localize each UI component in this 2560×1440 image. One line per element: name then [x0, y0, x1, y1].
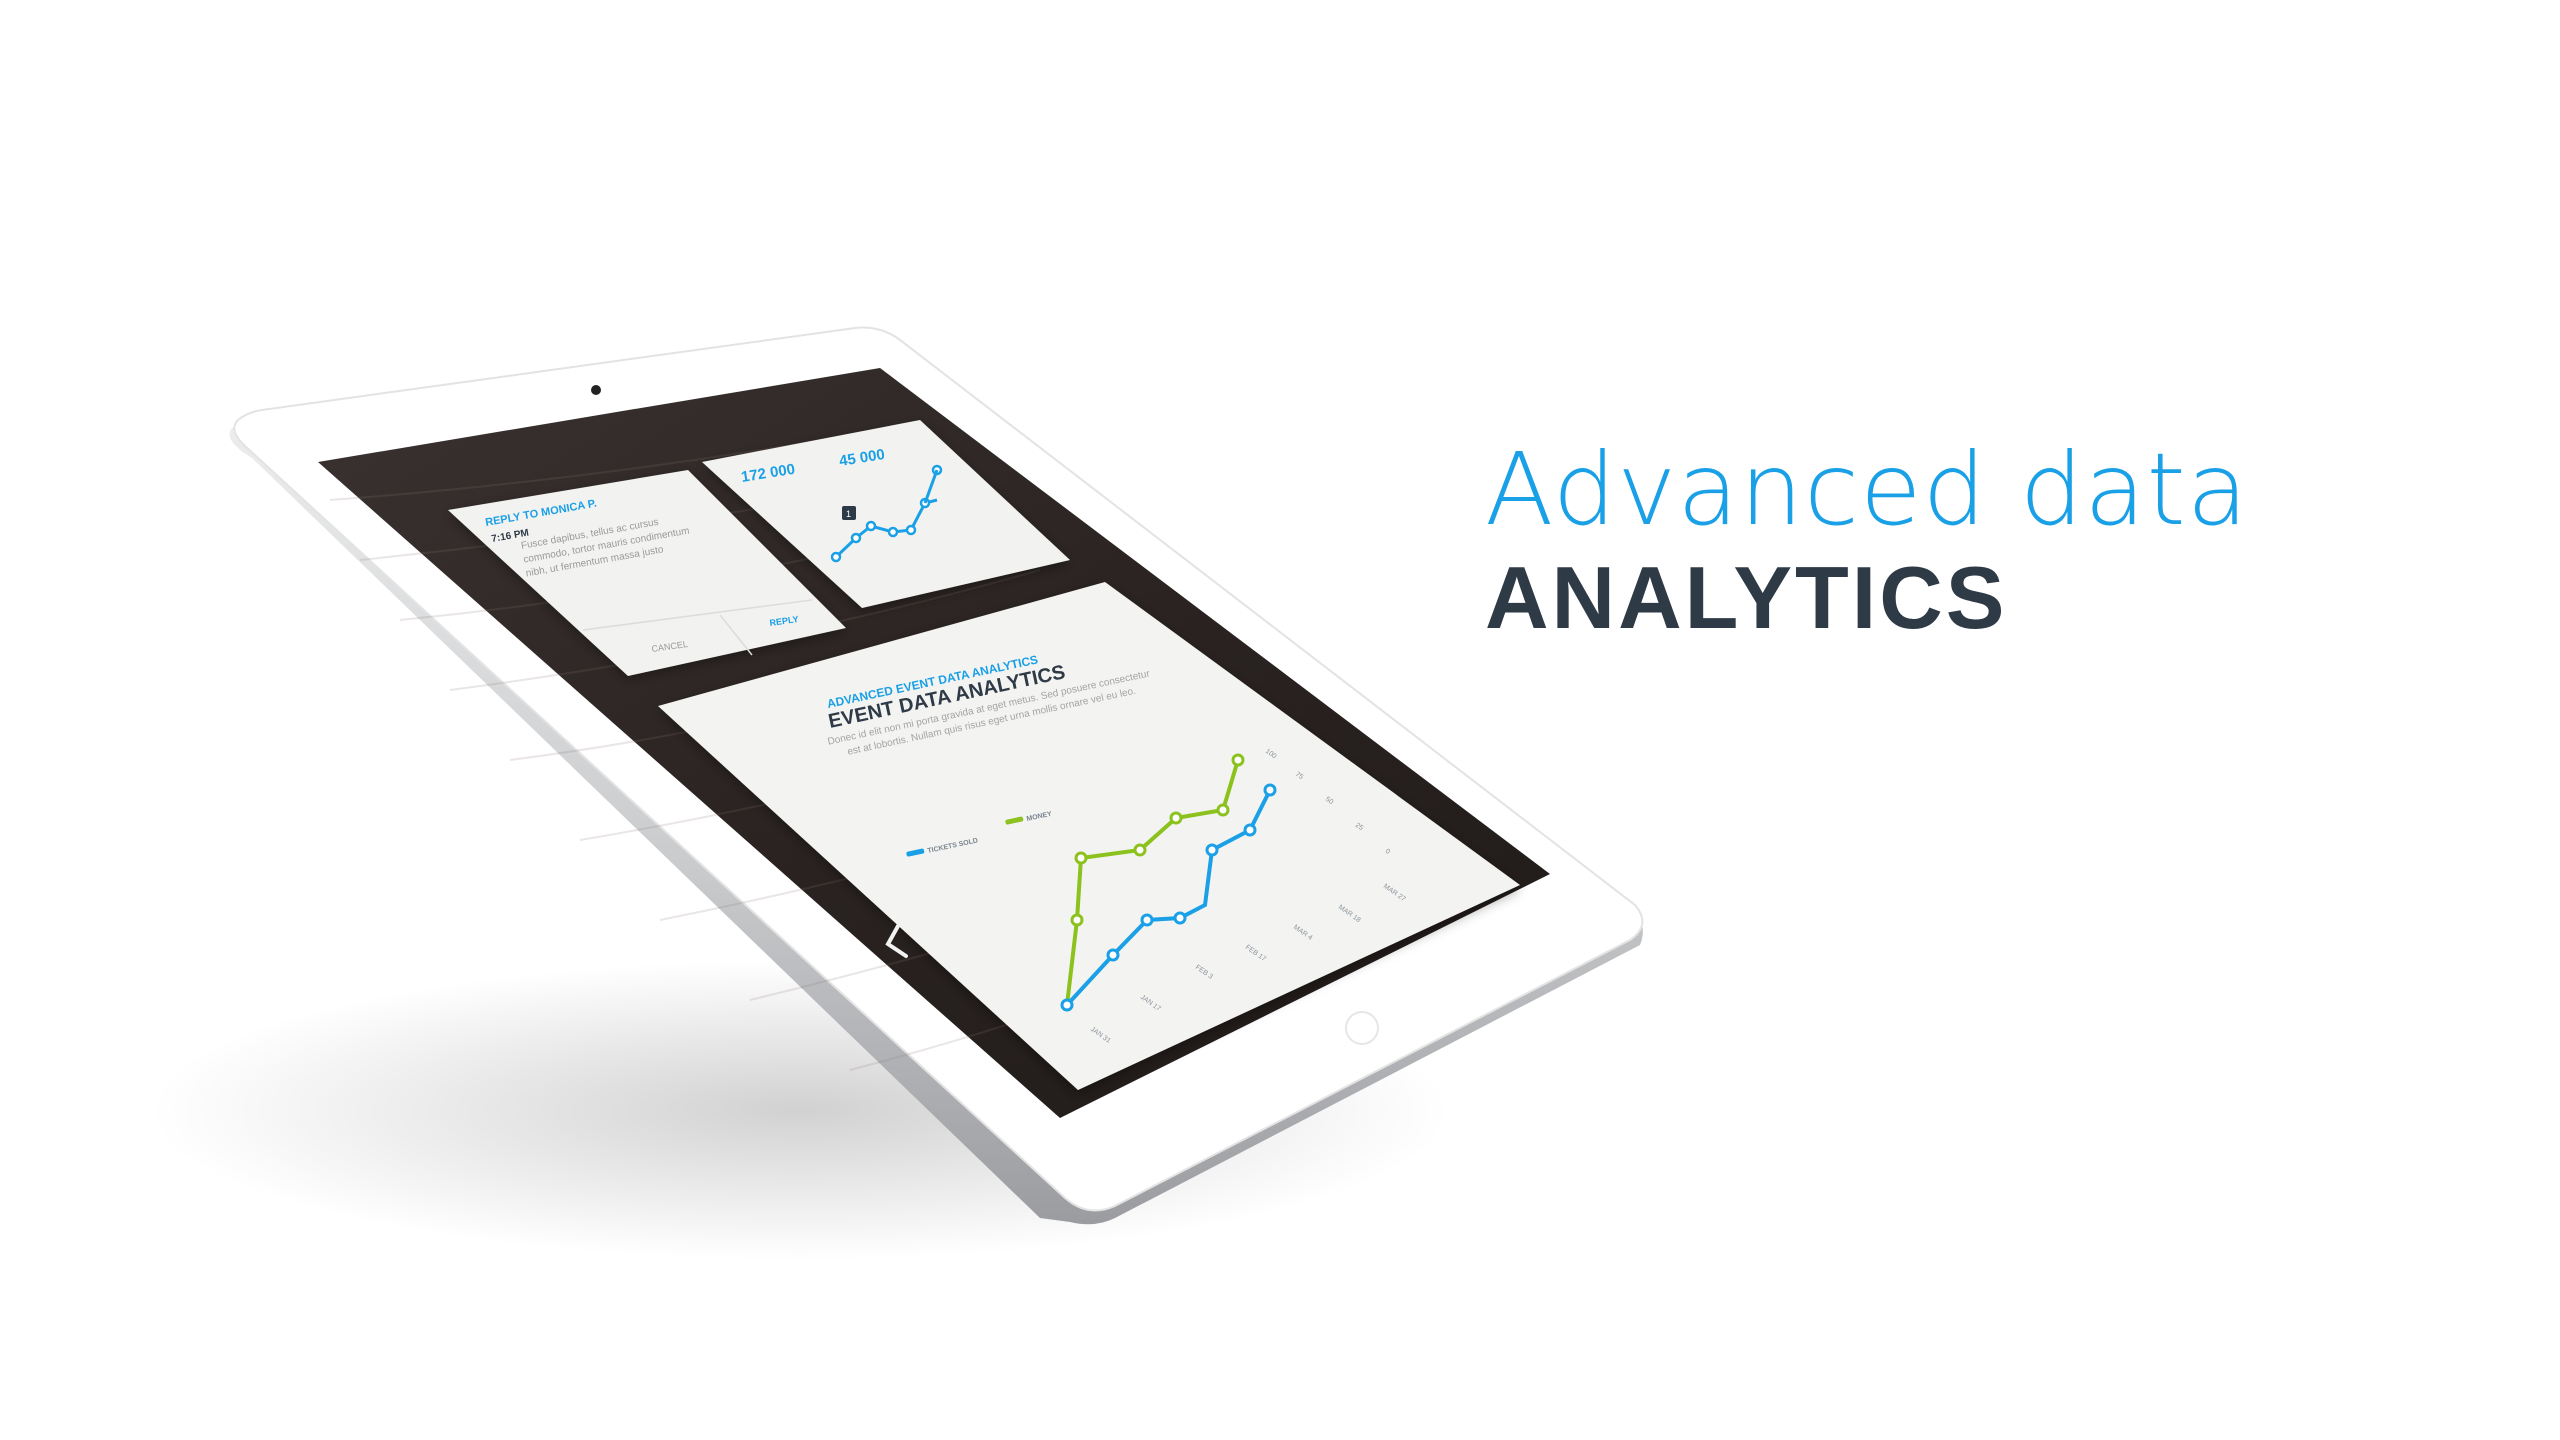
chart-point [1263, 783, 1277, 797]
chart-point [1070, 913, 1084, 927]
chart-point [1060, 998, 1074, 1012]
chart-point [1205, 843, 1219, 857]
map-pin-icon: 1 [842, 506, 856, 520]
sparkline-point [830, 551, 842, 563]
tablet: REPLY TO MONICA P. 7:16 PM Fusce dapibus… [150, 326, 1644, 1260]
sparkline-point [887, 526, 899, 538]
map-pin-badge: 1 [846, 509, 851, 519]
stage: REPLY TO MONICA P. 7:16 PM Fusce dapibus… [0, 0, 2560, 1440]
home-button[interactable] [1345, 1011, 1379, 1045]
chart-point [1169, 811, 1183, 825]
camera-dot [591, 385, 601, 395]
chart-point [1140, 913, 1154, 927]
chart-point [1133, 843, 1147, 857]
sparkline-point [905, 524, 917, 536]
chart-point [1173, 911, 1187, 925]
headline-line-1: Advanced data [1485, 431, 2249, 548]
chart-point [1243, 823, 1257, 837]
sparkline-point [850, 532, 862, 544]
chart-point [1106, 948, 1120, 962]
headline: Advanced data ANALYTICS [1485, 440, 2249, 642]
headline-line-2: ANALYTICS [1485, 548, 2008, 647]
sparkline-point [865, 520, 877, 532]
chart-point [1216, 803, 1230, 817]
chart-point [1231, 753, 1245, 767]
chart-point [1074, 851, 1088, 865]
